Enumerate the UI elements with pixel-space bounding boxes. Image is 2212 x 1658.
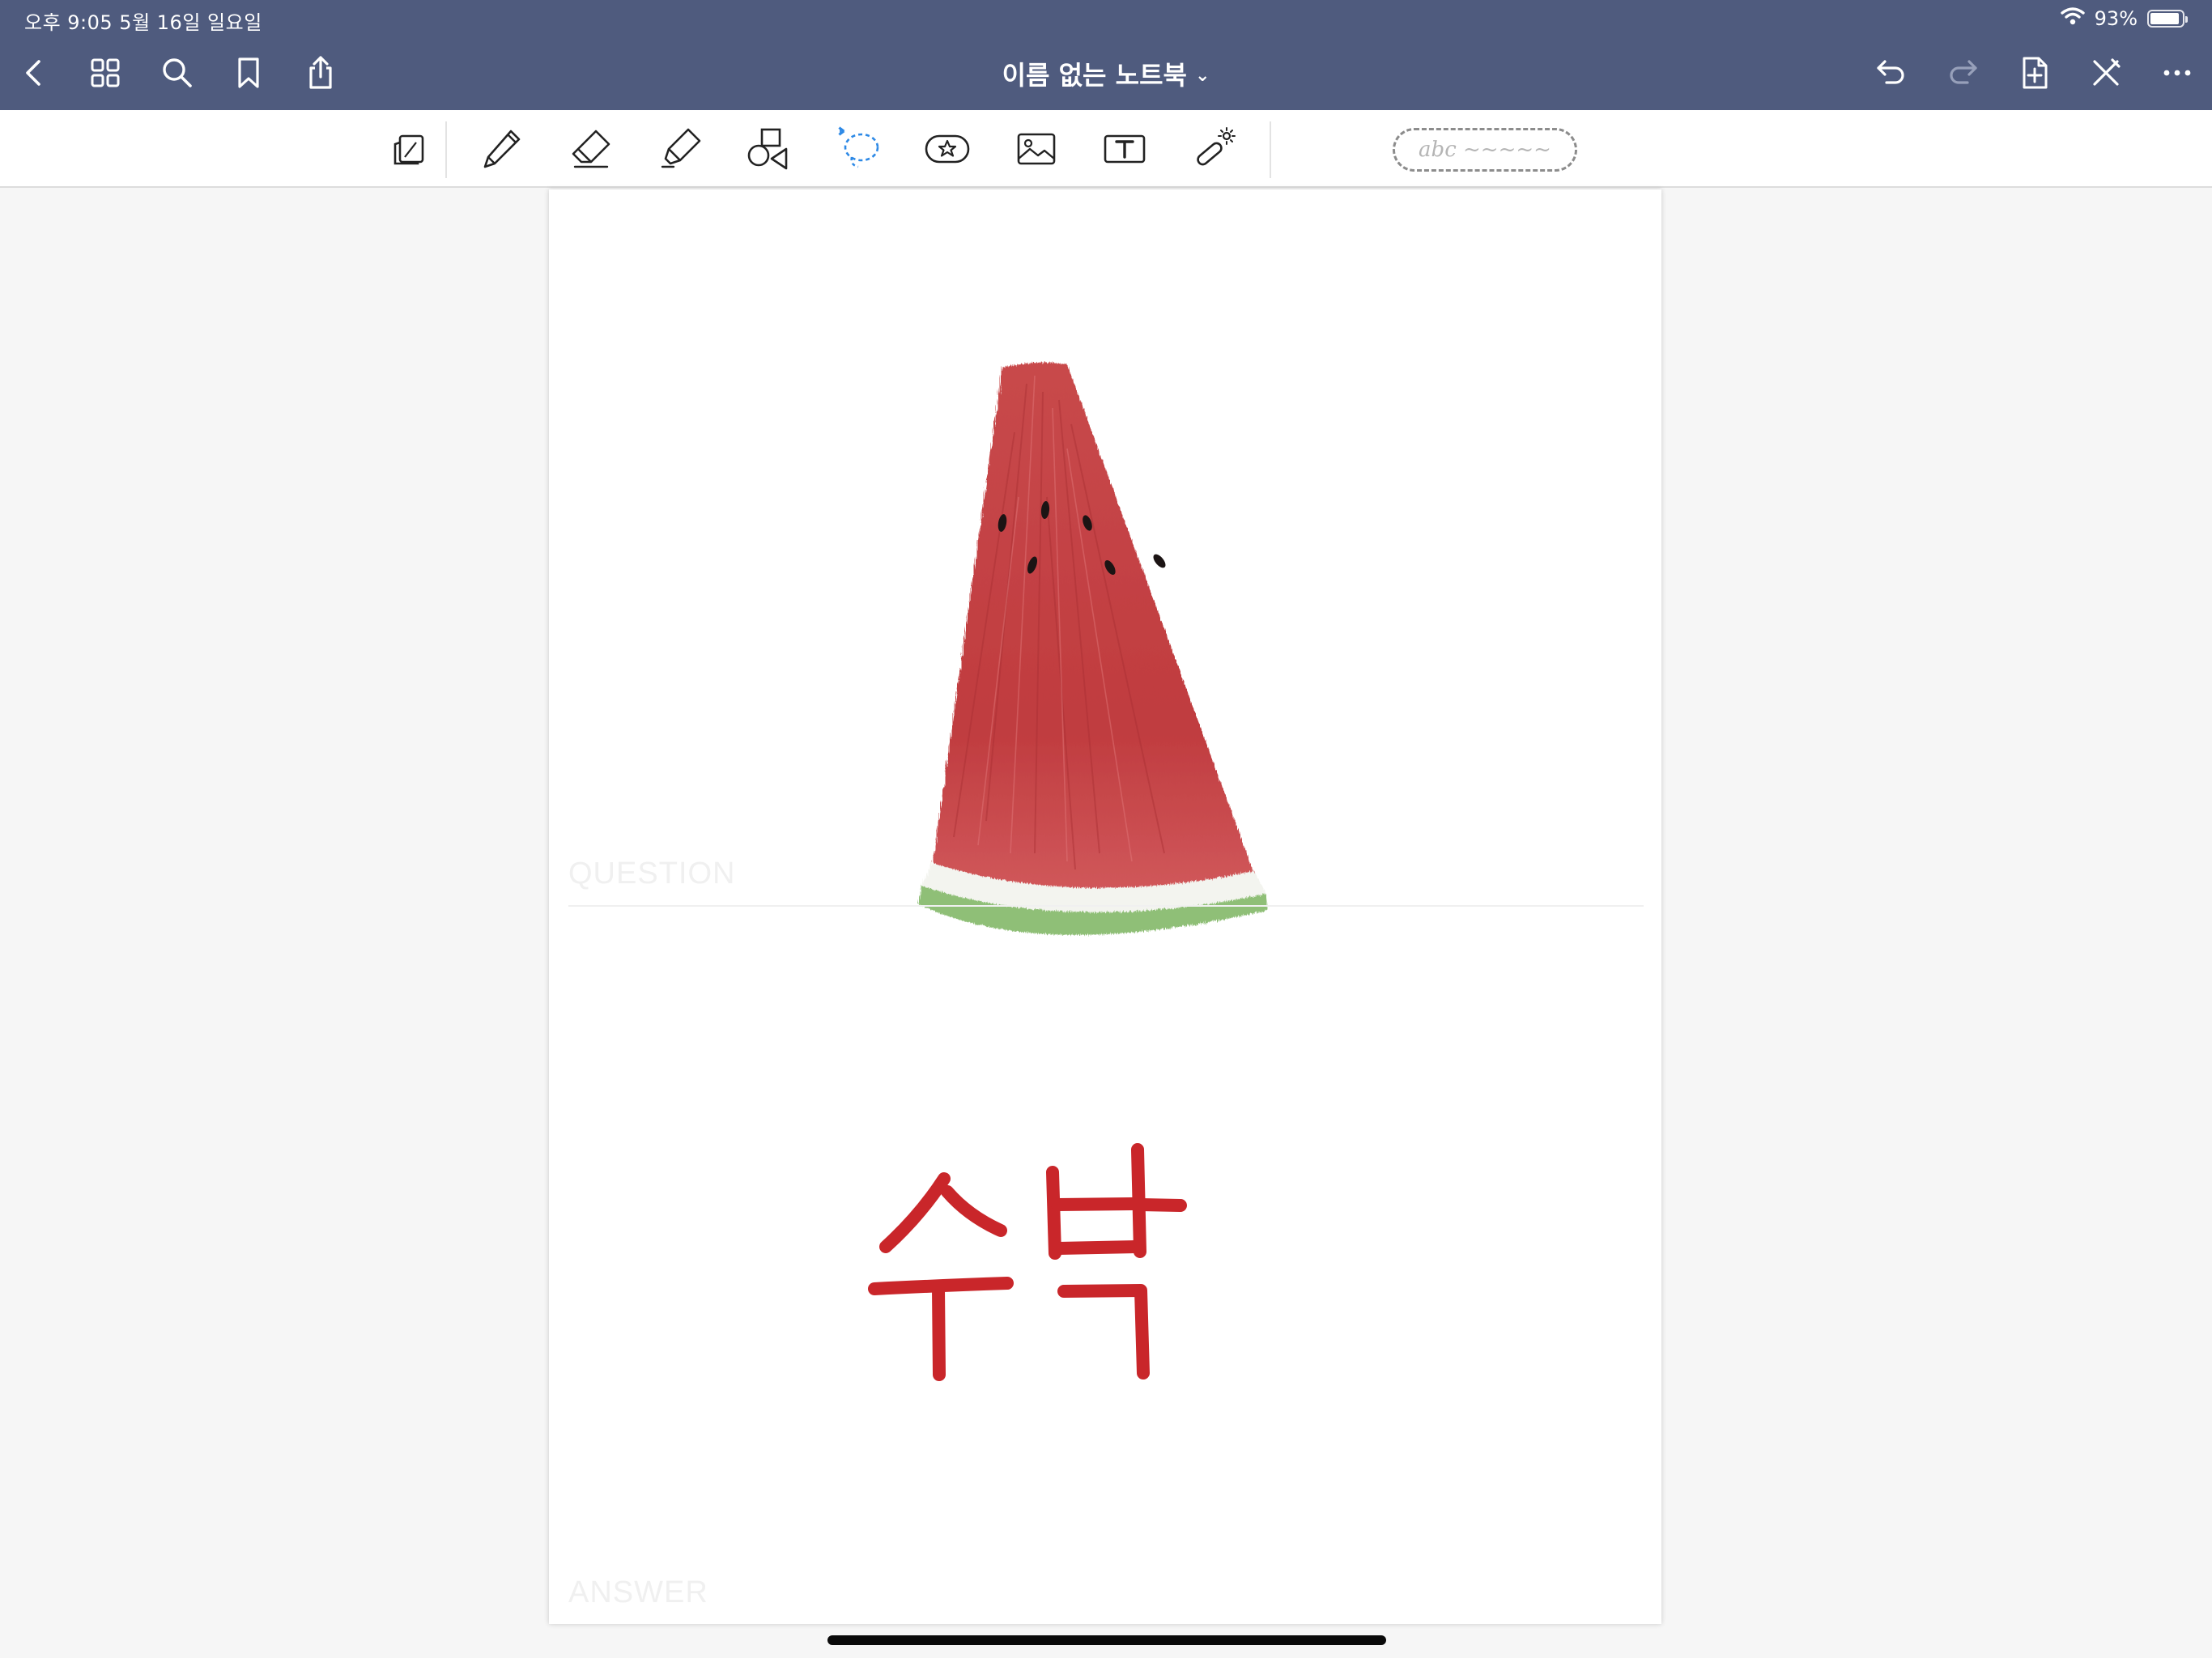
- status-time-date: 오후 9:05 5월 16일 일요일: [24, 11, 262, 34]
- close-editing-button[interactable]: [2083, 50, 2129, 96]
- handwritten-answer[interactable]: 수박: [863, 1127, 1365, 1428]
- read-only-icon: [393, 134, 424, 165]
- highlighter-tool-button[interactable]: [648, 118, 713, 180]
- text-tool-button[interactable]: [1092, 118, 1157, 180]
- pen-off-icon: [2093, 58, 2121, 86]
- battery-level-fill: [2150, 13, 2180, 24]
- undo-icon: [1877, 60, 1904, 84]
- add-page-icon: [2023, 57, 2048, 89]
- answer-label: ANSWER: [568, 1575, 708, 1609]
- watermelon-image[interactable]: [905, 335, 1326, 967]
- laser-pointer-icon: [1197, 127, 1236, 166]
- chevron-down-icon: ⌄: [1194, 66, 1210, 86]
- elements-tool-button[interactable]: [915, 118, 980, 180]
- handwriting-conversion-button[interactable]: abc ~~~~~: [1393, 128, 1577, 172]
- toolbar-divider: [445, 121, 447, 178]
- add-page-button[interactable]: [2012, 50, 2057, 96]
- eraser-icon: [572, 130, 610, 168]
- shape-tool-button[interactable]: [736, 118, 801, 180]
- top-navigation-bar: 오후 9:05 5월 16일 일요일 93% 이름 없는 노트북 ⌄: [0, 0, 2212, 110]
- image-icon: [1017, 133, 1056, 165]
- wifi-icon: [2060, 6, 2085, 31]
- pen-tool-button[interactable]: [469, 118, 534, 180]
- image-tool-button[interactable]: [1004, 118, 1069, 180]
- undo-button[interactable]: [1869, 50, 1914, 96]
- read-only-mode-button[interactable]: [379, 118, 444, 180]
- toolbar-divider: [1270, 121, 1271, 178]
- lasso-tool-button[interactable]: [826, 118, 891, 180]
- battery-icon: [2147, 10, 2188, 28]
- highlighter-icon: [661, 128, 701, 168]
- notebook-title: 이름 없는 노트북: [1002, 60, 1187, 91]
- lasso-icon: [838, 126, 879, 168]
- drawing-toolbar: abc ~~~~~: [0, 110, 2212, 188]
- battery-percentage: 93%: [2094, 7, 2138, 30]
- shapes-icon: [747, 128, 788, 170]
- question-label: QUESTION: [568, 857, 736, 891]
- question-divider-line: [568, 905, 1644, 907]
- eraser-tool-button[interactable]: [559, 118, 623, 180]
- more-horizontal-icon: [2163, 70, 2191, 76]
- laser-pointer-button[interactable]: [1181, 118, 1246, 180]
- sticker-star-icon: [925, 134, 970, 164]
- notebook-page[interactable]: QUESTION 수박 ANSWER: [549, 189, 1661, 1624]
- handwriting-placeholder: abc ~~~~~: [1419, 138, 1551, 162]
- text-box-icon: [1104, 134, 1146, 164]
- home-indicator[interactable]: [827, 1635, 1386, 1645]
- redo-icon: [1950, 60, 1977, 84]
- pen-icon: [483, 130, 521, 168]
- more-options-button[interactable]: [2155, 50, 2200, 96]
- status-indicators: 93%: [2060, 5, 2188, 32]
- redo-button[interactable]: [1940, 50, 1985, 96]
